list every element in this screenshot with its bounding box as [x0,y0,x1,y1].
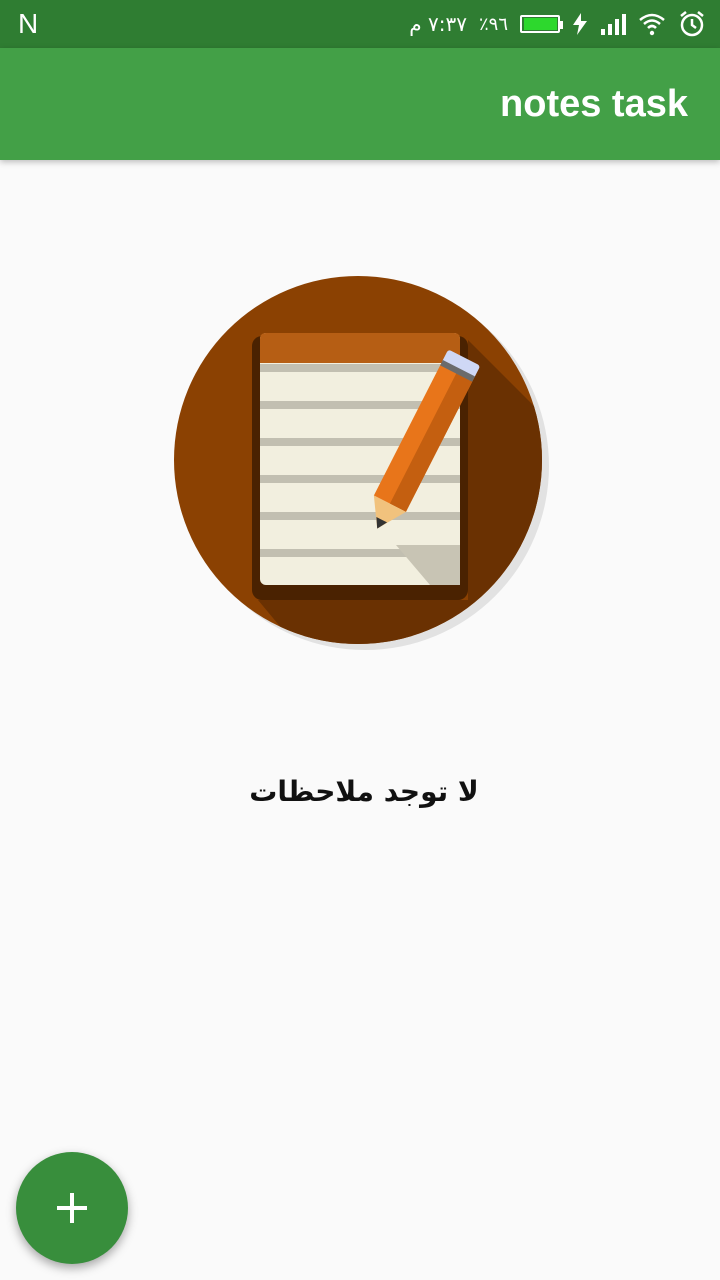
battery-icon [520,15,563,33]
plus-icon [57,1193,87,1223]
empty-notes-message: لا توجد ملاحظات [249,775,479,808]
alarm-icon [680,11,704,37]
status-bar: N ٧:٣٧ م ٩٦٪ [0,0,720,48]
status-right-group: ٧:٣٧ م ٩٦٪ [409,0,706,48]
app-bar: notes task [0,48,720,160]
battery-fill [524,18,557,30]
notepad-pencil-icon [174,276,549,650]
battery-percent: ٩٦٪ [478,13,508,35]
charging-icon [573,13,587,35]
notification-icon: N [18,8,39,39]
status-time: ٧:٣٧ م [409,12,467,36]
app-title: notes task [500,83,688,125]
signal-icon [601,14,626,35]
add-note-button[interactable] [16,1152,128,1264]
wifi-icon [639,13,665,36]
